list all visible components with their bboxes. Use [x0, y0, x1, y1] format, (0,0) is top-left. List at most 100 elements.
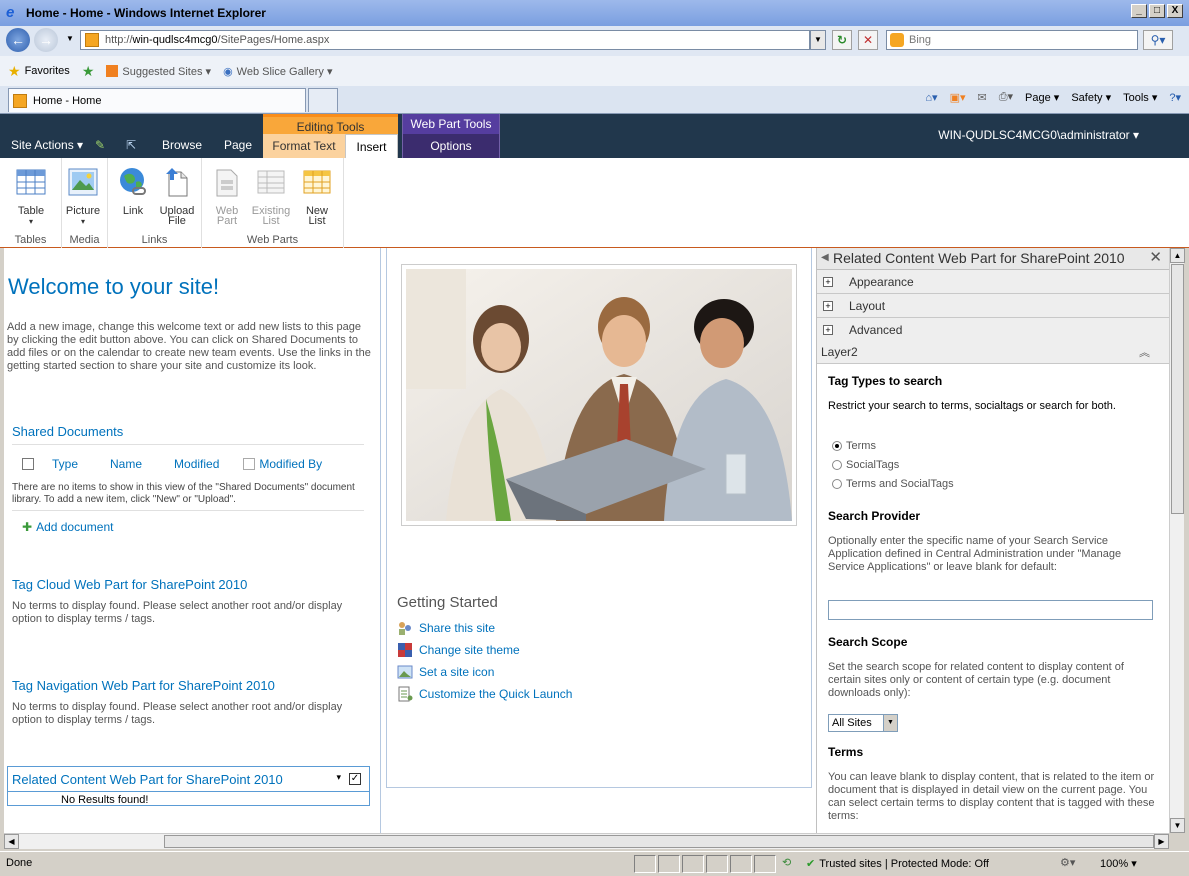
tab-format-text[interactable]: Format Text: [263, 134, 345, 158]
add-document-link[interactable]: ✚ Add document: [22, 520, 113, 534]
webpart-select-checkbox[interactable]: ✓: [349, 773, 361, 785]
shared-documents-title[interactable]: Shared Documents: [12, 424, 123, 439]
print-icon[interactable]: ⎙▾: [999, 90, 1013, 104]
column-type[interactable]: Type: [52, 457, 78, 471]
section-layout-label: Layout: [849, 298, 886, 313]
horizontal-scroll-thumb[interactable]: [164, 835, 1154, 848]
add-favorite-icon[interactable]: ★: [82, 63, 95, 80]
section-advanced[interactable]: + Advanced: [817, 318, 1169, 342]
picture-button[interactable]: Picture ▾: [62, 166, 104, 226]
expand-icon: +: [823, 324, 833, 335]
section-appearance[interactable]: + Appearance: [817, 270, 1169, 294]
vertical-scroll-thumb[interactable]: [1171, 264, 1184, 514]
search-provider-desc: Optionally enter the specific name of yo…: [828, 535, 1122, 573]
table-button[interactable]: Table ▾: [10, 166, 52, 226]
new-list-button[interactable]: New List: [296, 166, 338, 227]
page-menu[interactable]: Page ▾: [1025, 91, 1059, 104]
close-button[interactable]: X: [1167, 4, 1183, 18]
modified-by-checkbox[interactable]: [243, 458, 256, 470]
safety-menu[interactable]: Safety ▾: [1071, 91, 1111, 104]
horizontal-scrollbar[interactable]: ◀ ▶: [4, 833, 1169, 849]
share-site-link[interactable]: Share this site: [397, 620, 495, 636]
tag-navigation-title[interactable]: Tag Navigation Web Part for SharePoint 2…: [12, 678, 275, 693]
user-menu[interactable]: WIN-QUDLSC4MCG0\administrator ▾: [938, 128, 1139, 142]
existing-list-button[interactable]: Existing List: [250, 166, 292, 227]
minimize-button[interactable]: _: [1131, 4, 1147, 18]
webpart-menu-caret[interactable]: ▾: [336, 772, 341, 783]
section-layer2[interactable]: Layer2 ︽: [817, 340, 1169, 364]
divider: [12, 510, 364, 511]
radio-socialtags[interactable]: SocialTags: [832, 459, 899, 471]
compatibility-icon[interactable]: ⟲: [782, 856, 791, 869]
tag-cloud-title[interactable]: Tag Cloud Web Part for SharePoint 2010: [12, 577, 247, 592]
layer2-body: Tag Types to search Restrict your search…: [817, 364, 1169, 833]
forward-button[interactable]: →: [34, 28, 58, 52]
column-modified[interactable]: Modified: [174, 457, 219, 471]
web-part-button[interactable]: Web Part: [206, 166, 248, 227]
maximize-button[interactable]: □: [1149, 4, 1165, 18]
suggested-sites-link[interactable]: Suggested Sites ▾: [106, 65, 211, 78]
select-all-checkbox[interactable]: [22, 458, 34, 470]
radio-terms-and-socialtags[interactable]: Terms and SocialTags: [832, 478, 954, 490]
tools-menu[interactable]: Tools ▾: [1123, 91, 1157, 104]
search-scope-select[interactable]: All Sites ▼: [828, 714, 898, 732]
zoom-level[interactable]: 100% ▾: [1100, 857, 1137, 870]
upload-file-button[interactable]: Upload File: [156, 166, 198, 227]
collapse-arrow-icon[interactable]: ◀: [821, 252, 829, 263]
history-dropdown[interactable]: ▼: [62, 30, 78, 50]
new-tab-button[interactable]: [308, 88, 338, 112]
web-slice-gallery-link[interactable]: ◉ Web Slice Gallery ▾: [223, 65, 332, 78]
stop-icon[interactable]: ✕: [858, 30, 878, 50]
vertical-scrollbar[interactable]: ▲ ▼: [1169, 248, 1185, 833]
trusted-check-icon: ✔: [806, 858, 816, 870]
add-document-label: Add document: [36, 520, 114, 534]
team-photo-image: [406, 269, 792, 521]
address-dropdown[interactable]: ▼: [810, 30, 826, 50]
save-edit-icon[interactable]: ✎: [95, 138, 111, 152]
back-button[interactable]: ←: [6, 28, 30, 52]
favorites-button[interactable]: ★ Favorites: [8, 63, 70, 80]
site-actions-menu[interactable]: Site Actions ▾: [11, 138, 83, 152]
search-input[interactable]: Bing: [886, 30, 1138, 50]
scroll-left-arrow[interactable]: ◀: [4, 834, 19, 849]
group-label-media: Media: [69, 234, 100, 246]
collapse-up-icon[interactable]: ︽: [1139, 344, 1150, 360]
search-scope-desc: Set the search scope for related content…: [828, 661, 1124, 699]
scroll-right-arrow[interactable]: ▶: [1154, 834, 1169, 849]
search-provider-label: Search Provider: [828, 509, 921, 523]
tab-browse[interactable]: Browse: [162, 138, 202, 152]
add-ons-icon[interactable]: ⚙▾: [1060, 856, 1075, 869]
security-zone[interactable]: ✔ Trusted sites | Protected Mode: Off: [806, 857, 989, 871]
column-modified-by[interactable]: Modified By: [259, 457, 322, 471]
mail-icon[interactable]: ✉: [978, 91, 987, 104]
no-results-text: No Results found!: [61, 794, 149, 806]
scroll-down-arrow[interactable]: ▼: [1170, 818, 1185, 833]
navigate-up-icon[interactable]: ⇱: [126, 138, 142, 152]
feeds-icon[interactable]: ▣▾: [950, 91, 966, 104]
column-name[interactable]: Name: [110, 457, 142, 471]
address-bar[interactable]: http://win-qudlsc4mcg0/SitePages/Home.as…: [80, 30, 810, 50]
tab-home[interactable]: Home - Home: [8, 88, 306, 112]
new-list-sub-label: List: [308, 215, 326, 227]
tab-options[interactable]: Options: [403, 134, 499, 158]
related-content-title[interactable]: Related Content Web Part for SharePoint …: [12, 772, 283, 787]
scroll-up-arrow[interactable]: ▲: [1170, 248, 1185, 263]
help-icon[interactable]: ?▾: [1169, 91, 1181, 104]
close-tool-pane-button[interactable]: ✕: [1149, 248, 1162, 266]
set-site-icon-link[interactable]: Set a site icon: [397, 664, 494, 680]
change-theme-link[interactable]: Change site theme: [397, 642, 520, 658]
refresh-icon[interactable]: ↻: [832, 30, 852, 50]
link-label: Link: [122, 205, 144, 217]
search-icon[interactable]: ⚲▾: [1143, 30, 1173, 50]
radio-terms[interactable]: Terms: [832, 440, 876, 452]
tab-page[interactable]: Page: [224, 138, 252, 152]
section-layout[interactable]: + Layout: [817, 294, 1169, 318]
link-button[interactable]: Link: [112, 166, 154, 217]
home-icon[interactable]: ⌂▾: [925, 91, 937, 104]
sharepoint-ribbon-header: Site Actions ▾ ✎ ⇱ Browse Page Editing T…: [0, 114, 1189, 158]
tab-insert[interactable]: Insert: [345, 134, 398, 158]
search-provider-input[interactable]: [828, 600, 1153, 620]
change-theme-label: Change site theme: [419, 643, 520, 657]
customize-quick-launch-link[interactable]: Customize the Quick Launch: [397, 686, 572, 702]
dropdown-arrow-icon: ▼: [883, 715, 897, 731]
